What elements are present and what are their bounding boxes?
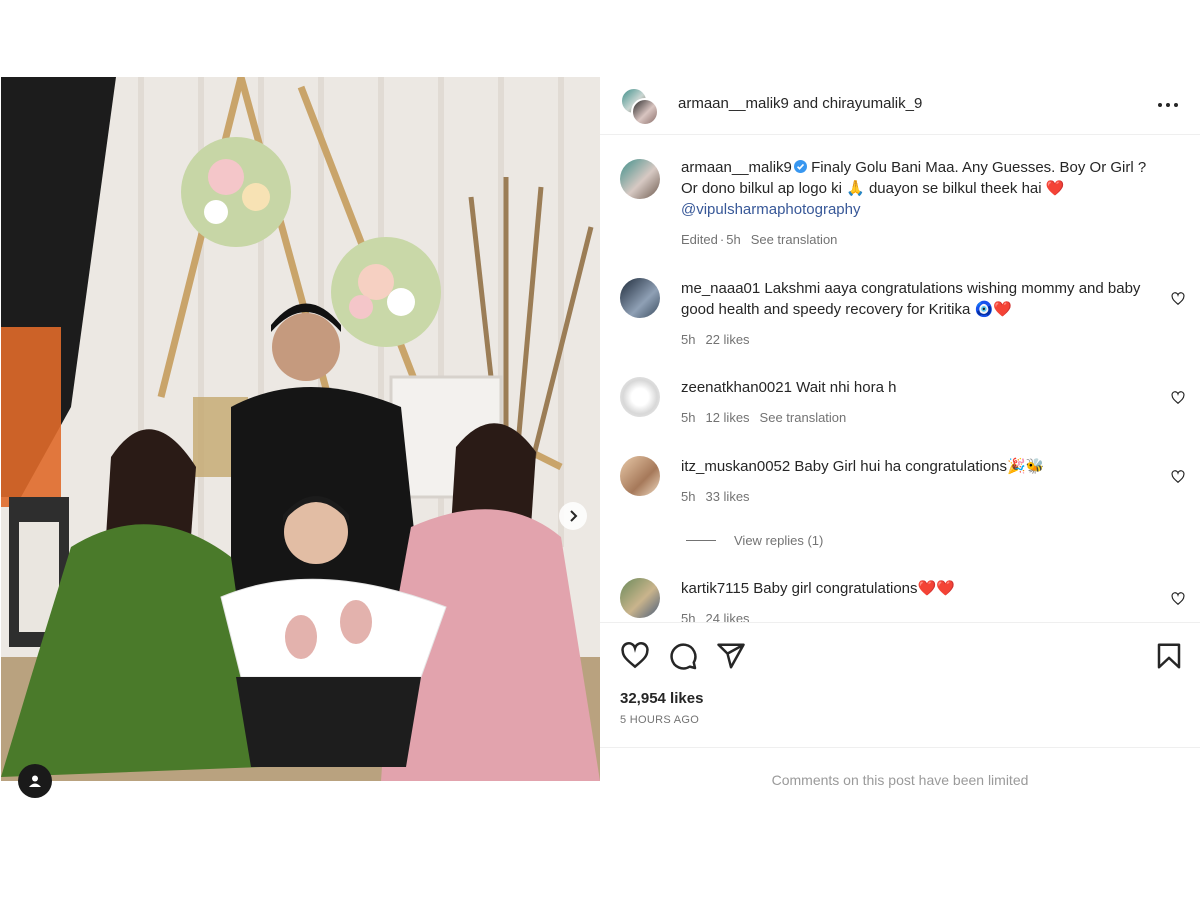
comment-time: 5h [681,332,696,347]
caption-emoji: 🙏 [846,180,865,197]
comments-limited-notice: Comments on this post have been limited [600,747,1200,797]
caption-meta: Edited · 5h See translation [681,229,1160,250]
heart-icon[interactable] [1171,592,1185,606]
post-photo[interactable] [1,77,600,781]
divider [686,540,716,541]
comment-time: 5h [681,489,696,504]
comment-likes[interactable]: 12 likes [705,410,749,425]
comment-likes[interactable]: 33 likes [705,489,749,504]
edited-label: Edited [681,232,718,247]
heart-icon[interactable] [620,641,650,671]
caption-mention-link[interactable]: @vipulsharmaphotography [681,201,861,218]
avatar[interactable] [620,278,660,318]
chevron-right-icon [570,510,578,522]
view-replies-label: View replies (1) [734,533,824,548]
avatar[interactable] [620,377,660,417]
likes-count[interactable]: 32,954 likes [620,690,703,707]
comment-likes[interactable]: 22 likes [705,332,749,347]
avatar[interactable] [631,98,659,126]
post-header: armaan__malik9 and chirayumalik_9 [600,77,1200,135]
meta-dot: · [719,232,725,247]
comments-list[interactable]: armaan__malik9 Finaly Golu Bani Maa. Any… [600,135,1200,622]
caption-emoji: ❤️ [1045,180,1065,197]
comment-emoji: 🧿❤️ [974,301,1012,318]
avatar[interactable] [620,159,660,199]
see-translation-link[interactable]: See translation [751,232,838,247]
caption-time: 5h [726,232,741,247]
comment-username[interactable]: kartik7115 [681,580,749,597]
comment-meta: 5h 12 likes See translation [681,407,1150,428]
comment-icon[interactable] [668,641,698,671]
comment-emoji: ❤️❤️ [917,580,955,597]
post-timestamp[interactable]: 5 HOURS AGO [620,714,699,726]
heart-icon[interactable] [1171,292,1185,306]
save-icon[interactable] [1154,641,1184,671]
avatar[interactable] [620,456,660,496]
more-icon [1158,103,1178,107]
post-actions: 32,954 likes 5 HOURS AGO [600,622,1200,747]
comment-emoji: 🎉🐝 [1007,458,1045,475]
post-photo-image [1,77,600,781]
comment-text: Baby girl congratulations [753,580,918,597]
caption-text: duayon se bilkul theek hai [864,180,1046,197]
comment-text: Wait nhi hora h [796,379,897,396]
comment-time: 5h [681,611,696,622]
heart-icon[interactable] [1171,391,1185,405]
comment-username[interactable]: itz_muskan0052 [681,458,790,475]
comment-text: Baby Girl hui ha congratulations [794,458,1008,475]
comment-likes[interactable]: 24 likes [705,611,749,622]
user-tag-button[interactable] [18,764,52,798]
comment-meta: 5h 24 likes [681,608,1150,622]
user-tag-icon [29,775,41,787]
avatar[interactable] [620,578,660,618]
next-photo-button[interactable] [559,502,587,530]
view-replies-button[interactable]: View replies (1) [686,533,823,548]
comment-meta: 5h 33 likes [681,486,1150,507]
comment-username[interactable]: me_naaa01 [681,280,760,297]
caption-username[interactable]: armaan__malik9 [681,159,792,176]
post-side-panel: armaan__malik9 and chirayumalik_9 armaan… [600,77,1200,797]
comment-username[interactable]: zeenatkhan0021 [681,379,792,396]
verified-icon [793,160,807,173]
comment-meta: 5h 22 likes [681,329,1150,350]
post-author-names[interactable]: armaan__malik9 and chirayumalik_9 [678,95,922,112]
heart-icon[interactable] [1171,470,1185,484]
share-icon[interactable] [716,641,746,671]
more-options-button[interactable] [1156,93,1180,117]
comment-time: 5h [681,410,696,425]
see-translation-link[interactable]: See translation [760,410,847,425]
collab-avatars[interactable] [620,87,660,127]
